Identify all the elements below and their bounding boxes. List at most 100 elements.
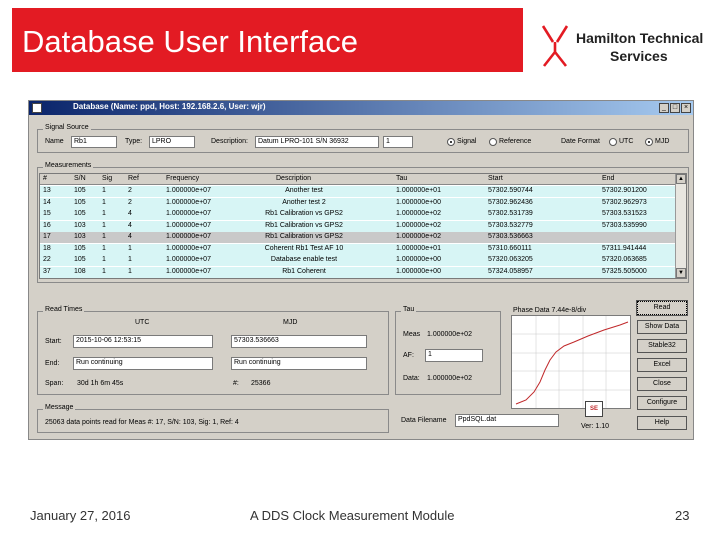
end-mjd-field[interactable]: Run continuing (231, 357, 367, 370)
col-num[interactable]: # (43, 175, 47, 182)
table-cell: 1.000000e+02 (396, 210, 441, 217)
table-cell: Rb1 Calibration vs GPS2 (265, 221, 343, 229)
scroll-up-icon[interactable]: ▲ (676, 174, 686, 184)
table-row[interactable]: 37 108 1 1 1.000000e+07 Rb1 Coherent 1.000000e… (40, 266, 676, 278)
table-cell: 1.000000e+07 (166, 210, 211, 217)
table-cell: 57303.535990 (602, 221, 647, 229)
table-cell: 1.000000e+07 (166, 187, 211, 194)
table-cell: 1 (128, 244, 132, 252)
table-row[interactable]: 16 103 1 4 1.000000e+07 Rb1 Calibration vs GP… (40, 220, 676, 232)
meas-value: 1.000000e+02 (427, 331, 472, 338)
reference-radio[interactable] (489, 138, 497, 146)
table-cell: Another test (285, 187, 323, 194)
read-button[interactable]: Read (636, 300, 688, 316)
col-frequency[interactable]: Frequency (166, 175, 199, 182)
table-cell: 1 (102, 198, 106, 206)
meas-label: Meas (403, 331, 421, 338)
table-cell: 15 (43, 210, 51, 217)
date-format-label: Date Format (561, 138, 600, 145)
configure-button[interactable]: Configure (637, 396, 687, 410)
table-cell: 17 (43, 233, 51, 240)
table-cell: 57320.063685 (602, 256, 647, 263)
phase-plot-title: Phase Data 7.44e-8/div (513, 307, 587, 314)
start-label: Start: (45, 338, 62, 345)
window-titlebar[interactable]: Database (Name: ppd, Host: 192.168.2.6, … (29, 101, 693, 115)
table-cell: 1 (102, 267, 106, 275)
utc-radio[interactable] (609, 138, 617, 146)
af-field[interactable]: 1 (425, 349, 483, 362)
af-label: AF: (403, 352, 414, 359)
database-window: Database (Name: ppd, Host: 192.168.2.6, … (28, 100, 694, 440)
table-cell: 1 (102, 210, 106, 217)
table-cell: 57302.901200 (602, 187, 647, 194)
table-cell: 1.000000e+07 (166, 256, 211, 263)
maximize-button[interactable]: □ (670, 103, 680, 113)
read-times-label: Read Times (43, 306, 85, 313)
table-cell: 4 (128, 233, 132, 240)
table-cell: 1 (128, 256, 132, 263)
table-cell: 14 (43, 198, 51, 206)
table-cell: 105 (74, 198, 86, 206)
col-sig[interactable]: Sig (102, 175, 112, 182)
col-tau[interactable]: Tau (396, 175, 407, 182)
table-cell: 1 (102, 221, 106, 229)
close-button[interactable]: Close (637, 377, 687, 391)
reference-radio-label: Reference (499, 138, 532, 145)
table-cell: Another test 2 (282, 198, 326, 206)
table-row[interactable]: 22 105 1 1 1.000000e+07 Database enable test 1… (40, 255, 676, 266)
table-cell: 1.000000e+00 (396, 198, 441, 206)
close-window-button[interactable]: × (681, 103, 691, 113)
version-label: Ver: 1.10 (581, 423, 610, 430)
span-value: 30d 1h 6m 45s (77, 380, 124, 387)
name-field[interactable]: Rb1 (71, 136, 117, 148)
mjd-radio[interactable] (645, 138, 653, 146)
data-label: Data: (403, 375, 420, 382)
show-data-button[interactable]: Show Data (637, 320, 687, 334)
table-row[interactable]: 18 105 1 1 1.000000e+07 Coherent Rb1 Test AF … (40, 243, 676, 255)
type-field[interactable]: LPRO (149, 136, 195, 148)
end-utc-field[interactable]: Run continuing (73, 357, 213, 370)
help-button[interactable]: Help (637, 416, 687, 430)
company-logo: Hamilton Technical Services (540, 24, 710, 68)
minimize-button[interactable]: _ (659, 103, 669, 113)
table-scrollbar[interactable]: ▲ ▼ (675, 174, 686, 278)
app-icon (32, 103, 42, 113)
data-filename-field[interactable]: PpdSQL.dat (455, 414, 559, 427)
signal-radio[interactable] (447, 138, 455, 146)
scroll-down-icon[interactable]: ▼ (676, 268, 686, 278)
table-row[interactable]: 13 105 1 2 1.000000e+07 Another test 1.000000e… (40, 186, 676, 197)
start-utc-field[interactable]: 2015-10-06 12:53:15 (73, 335, 213, 348)
measurements-table[interactable]: # S/N Sig Ref Frequency Description Tau … (39, 173, 687, 279)
count-value: 25366 (251, 380, 271, 387)
col-ref[interactable]: Ref (128, 175, 139, 182)
signal-source-label: Signal Source (43, 124, 91, 131)
phase-plot-svg (512, 316, 630, 408)
table-cell: 4 (128, 221, 132, 229)
table-row[interactable]: 15 105 1 4 1.000000e+07 Rb1 Calibration vs GP… (40, 209, 676, 220)
table-cell: 57325.505000 (602, 267, 647, 275)
table-cell: Rb1 Calibration vs GPS2 (265, 233, 343, 240)
table-cell: 1 (102, 187, 106, 194)
start-mjd-field[interactable]: 57303.536663 (231, 335, 367, 348)
description-field[interactable]: Datum LPRO-101 S/N 36932 (255, 136, 379, 148)
table-cell: 18 (43, 244, 51, 252)
message-text: 25063 data points read for Meas #: 17, S… (45, 419, 239, 426)
col-end[interactable]: End (602, 175, 614, 182)
table-cell: 57303.532779 (488, 221, 533, 229)
table-cell: 4 (128, 210, 132, 217)
col-start[interactable]: Start (488, 175, 503, 182)
table-cell: 57303.536663 (488, 233, 533, 240)
table-cell: 108 (74, 267, 86, 275)
table-cell: 1 (102, 256, 106, 263)
table-row[interactable]: 14 105 1 2 1.000000e+07 Another test 2 1.00000… (40, 197, 676, 209)
source-spinner[interactable]: 1 (383, 136, 413, 148)
message-label: Message (43, 404, 76, 411)
stable32-button[interactable]: Stable32 (637, 339, 687, 353)
col-sn[interactable]: S/N (74, 175, 86, 182)
tau-label: Tau (401, 306, 417, 313)
excel-button[interactable]: Excel (637, 358, 687, 372)
table-row[interactable]: 17 103 1 4 1.000000e+07 Rb1 Calibration vs GP… (40, 232, 676, 243)
col-description[interactable]: Description (276, 175, 311, 182)
table-cell: Database enable test (270, 256, 338, 263)
utc-header: UTC (135, 319, 150, 326)
